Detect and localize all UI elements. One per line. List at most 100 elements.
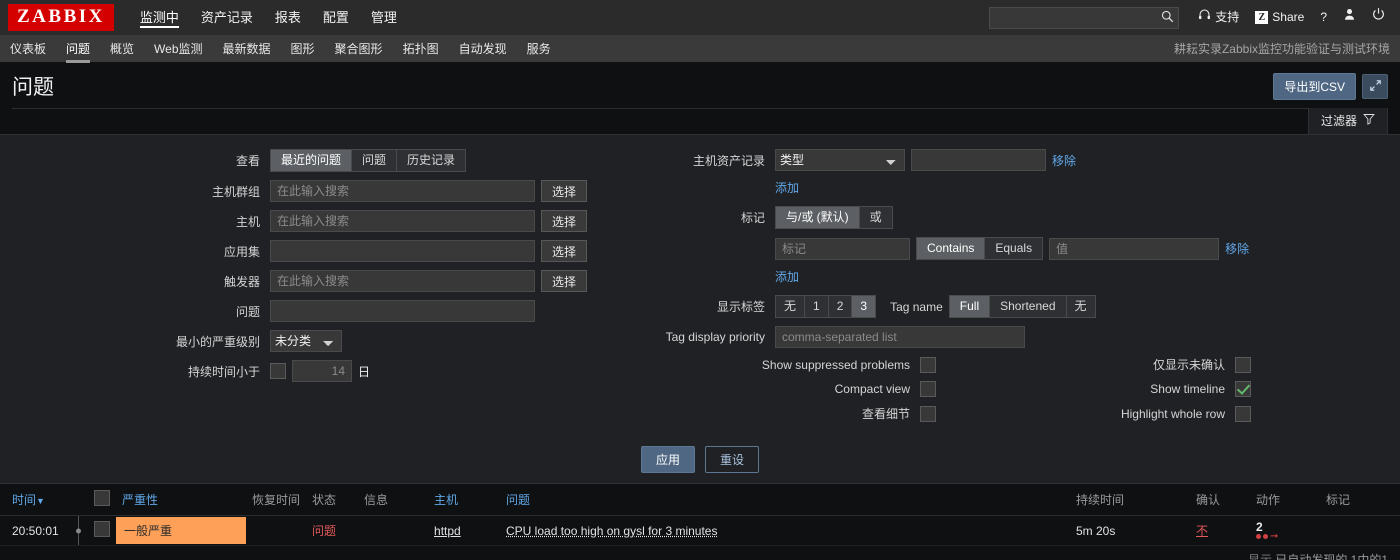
cell-select[interactable] <box>88 515 116 546</box>
age-input[interactable] <box>292 360 352 382</box>
filter-field-highlight-row: Highlight whole row <box>1050 405 1251 422</box>
page-header: 问题 导出到CSV <box>0 63 1400 108</box>
global-search[interactable] <box>989 6 1180 29</box>
host-inventory-value-input[interactable] <box>911 149 1046 171</box>
cell-problem[interactable]: CPU load too high on gysl for 3 minutes <box>500 515 1070 546</box>
help-link[interactable]: ? <box>1313 0 1334 35</box>
column-header-tags: 标记 <box>1320 484 1400 516</box>
filter-tab[interactable]: 过滤器 <box>1307 107 1388 134</box>
tags-eval-option-andor[interactable]: 与/或 (默认) <box>775 206 860 229</box>
view-option-history[interactable]: 历史记录 <box>396 149 467 172</box>
host-inventory-add-link[interactable]: 添加 <box>775 179 799 196</box>
subnav-item-dashboard[interactable]: 仪表板 <box>0 35 56 63</box>
kiosk-mode-button[interactable] <box>1362 74 1388 99</box>
subnav-item-problems[interactable]: 问题 <box>56 35 100 63</box>
tag-operator-contains[interactable]: Contains <box>916 237 986 260</box>
support-link[interactable]: 支持 <box>1191 0 1246 35</box>
age-checkbox[interactable] <box>270 363 286 379</box>
subnav-item-latest-data[interactable]: 最新数据 <box>213 35 281 63</box>
show-tags-label: 显示标签 <box>716 300 765 314</box>
header-actions: 支持 Z Share ? <box>989 0 1392 35</box>
search-input[interactable] <box>996 9 1162 26</box>
unacknowledged-label: 仅显示未确认 <box>1152 358 1225 372</box>
column-header-host[interactable]: 主机 <box>428 484 501 516</box>
filter-field-show-timeline: Show timeline <box>1050 381 1251 397</box>
ack-link[interactable]: 不 <box>1196 524 1208 538</box>
tag-remove-link[interactable]: 移除 <box>1225 240 1249 257</box>
signout-link[interactable] <box>1365 0 1392 35</box>
subnav-item-web[interactable]: Web监测 <box>144 35 212 63</box>
subnav-item-maps[interactable]: 拓扑图 <box>393 35 449 63</box>
tag-add-link[interactable]: 添加 <box>775 268 799 285</box>
tags-label: 标记 <box>740 211 765 225</box>
application-select-button[interactable]: 选择 <box>541 240 588 262</box>
host-link[interactable]: httpd <box>434 524 461 538</box>
subnav-item-screens[interactable]: 聚合图形 <box>325 35 393 63</box>
column-header-ack: 确认 <box>1190 484 1250 516</box>
triggers-select-button[interactable]: 选择 <box>541 270 588 292</box>
nav-item-administration[interactable]: 管理 <box>360 0 408 35</box>
zabbix-logo[interactable]: ZABBIX <box>8 4 114 31</box>
filter-field-problem: 问题 <box>0 300 620 322</box>
host-groups-input[interactable] <box>270 180 535 202</box>
host-inventory-remove-link[interactable]: 移除 <box>1052 152 1076 169</box>
tags-eval-option-or[interactable]: 或 <box>858 206 893 229</box>
problems-table: 时间▼ 严重性 恢复时间 状态 信息 主机 问题 持续时间 确认 动作 标记 2… <box>0 484 1400 546</box>
show-tags-option-1[interactable]: 1 <box>804 295 829 318</box>
show-tags-option-3[interactable]: 3 <box>851 295 877 318</box>
export-csv-button[interactable]: 导出到CSV <box>1273 73 1356 100</box>
tag-name-option-shortened[interactable]: Shortened <box>989 295 1067 318</box>
tag-name-option-none[interactable]: 无 <box>1065 295 1096 318</box>
unacknowledged-checkbox[interactable] <box>1235 356 1251 373</box>
column-header-time[interactable]: 时间▼ <box>0 484 72 516</box>
show-details-label: 查看细节 <box>861 407 910 421</box>
tag-name-input[interactable] <box>775 237 910 260</box>
apply-button[interactable]: 应用 <box>640 446 695 473</box>
subnav-item-discovery[interactable]: 自动发现 <box>449 35 517 63</box>
cell-host[interactable]: httpd <box>428 515 501 546</box>
tag-operator-equals[interactable]: Equals <box>984 237 1044 260</box>
show-tags-option-2[interactable]: 2 <box>827 295 853 318</box>
tag-priority-input[interactable] <box>775 326 1025 348</box>
triggers-input[interactable] <box>270 270 535 292</box>
view-option-recent[interactable]: 最近的问题 <box>270 149 353 172</box>
tag-value-input[interactable] <box>1049 237 1220 260</box>
column-header-severity[interactable]: 严重性 <box>116 484 246 516</box>
hosts-select-button[interactable]: 选择 <box>541 210 588 232</box>
reset-button[interactable]: 重设 <box>705 446 760 473</box>
show-suppressed-checkbox[interactable] <box>920 356 936 373</box>
cell-ack[interactable]: 不 <box>1190 515 1250 546</box>
hosts-input[interactable] <box>270 210 535 232</box>
column-header-select-all[interactable] <box>88 484 116 516</box>
show-timeline-checkbox[interactable] <box>1235 381 1251 397</box>
tag-name-option-full[interactable]: Full <box>948 295 991 318</box>
nav-item-reports[interactable]: 报表 <box>264 0 312 35</box>
nav-item-inventory[interactable]: 资产记录 <box>190 0 264 35</box>
compact-view-checkbox[interactable] <box>920 381 936 397</box>
user-profile-link[interactable] <box>1336 0 1363 35</box>
host-inventory-label: 主机资产记录 <box>692 153 765 168</box>
host-inventory-field-select[interactable]: 类型 <box>775 149 905 171</box>
select-all-checkbox[interactable] <box>94 490 110 506</box>
cell-timeline <box>72 515 88 546</box>
problem-link[interactable]: CPU load too high on gysl for 3 minutes <box>506 524 717 538</box>
subnav-item-graphs[interactable]: 图形 <box>281 35 325 63</box>
show-tags-option-none[interactable]: 无 <box>775 295 806 318</box>
filter-field-tags-eval: 标记 与/或 (默认) 或 <box>620 206 1400 229</box>
row-checkbox[interactable] <box>94 521 110 537</box>
min-severity-select[interactable]: 未分类 <box>270 330 342 352</box>
show-details-checkbox[interactable] <box>920 405 936 422</box>
triggers-label: 触发器 <box>223 274 260 289</box>
nav-item-monitoring[interactable]: 监测中 <box>129 0 190 35</box>
application-input[interactable] <box>270 240 535 262</box>
column-header-problem[interactable]: 问题 <box>500 484 1070 516</box>
share-link[interactable]: Z Share <box>1248 0 1311 35</box>
nav-item-configuration[interactable]: 配置 <box>312 0 360 35</box>
highlight-row-checkbox[interactable] <box>1235 405 1251 422</box>
problem-input[interactable] <box>270 300 535 322</box>
subnav-item-overview[interactable]: 概览 <box>100 35 144 63</box>
host-groups-select-button[interactable]: 选择 <box>541 180 588 202</box>
view-option-problems[interactable]: 问题 <box>351 149 398 172</box>
filter-field-host-groups: 主机群组 选择 <box>0 180 620 202</box>
subnav-item-services[interactable]: 服务 <box>517 35 561 63</box>
